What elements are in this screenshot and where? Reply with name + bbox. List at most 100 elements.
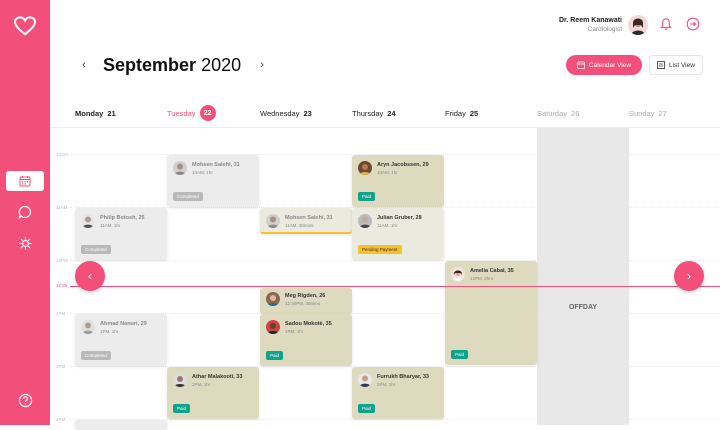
appointment-time: 10AM, 1hr bbox=[192, 170, 213, 175]
appointment-time: 12:30PM, 30mins bbox=[285, 301, 321, 306]
hour-label: 2PM bbox=[56, 364, 66, 369]
patient-avatar bbox=[451, 267, 465, 281]
appointment-time: 2PM, 1hr bbox=[192, 382, 211, 387]
appointment-card[interactable] bbox=[75, 420, 167, 430]
day-name: Friday bbox=[445, 108, 466, 118]
nav-calendar-icon[interactable] bbox=[6, 171, 44, 191]
patient-name: Julian Gruber, 28 bbox=[377, 215, 422, 221]
prev-month-button[interactable]: ‹ bbox=[75, 56, 93, 74]
chevron-right-icon: › bbox=[687, 269, 691, 283]
appointment-card[interactable]: Sadou Mokotè, 35 1PM, 1hr Paid bbox=[260, 314, 352, 366]
patient-avatar bbox=[266, 320, 280, 334]
day-number: 27 bbox=[658, 108, 667, 118]
appointment-time: 12PM, 2hrs bbox=[470, 276, 494, 281]
current-time-label: 12:36 bbox=[56, 283, 68, 288]
appointment-time: 2PM, 1hr bbox=[377, 382, 396, 387]
user-role: Cardiologist bbox=[587, 26, 622, 33]
offday-column bbox=[537, 128, 629, 425]
sidebar bbox=[0, 0, 50, 425]
current-time-line bbox=[70, 286, 720, 287]
next-week-button[interactable]: › bbox=[674, 261, 704, 291]
patient-name: Mohsen Salehi, 31 bbox=[192, 162, 240, 168]
day-number: 25 bbox=[469, 108, 479, 118]
status-badge: Completed bbox=[81, 351, 111, 360]
appointment-time: 10AM, 1hr bbox=[377, 170, 398, 175]
day-header-sunday[interactable]: Sunday 27 bbox=[629, 104, 667, 122]
status-badge: Paid bbox=[451, 350, 469, 359]
month-name: September bbox=[103, 54, 197, 75]
patient-name: Meg Rigden, 26 bbox=[285, 293, 326, 299]
patient-name: Philip Botosh, 25 bbox=[100, 215, 145, 221]
appointment-time: 1PM, 1hr bbox=[100, 329, 119, 334]
day-header-wednesday[interactable]: Wednesday 23 bbox=[260, 104, 312, 122]
day-name: Tuesday bbox=[167, 108, 196, 118]
day-number: 26 bbox=[571, 108, 580, 118]
appointment-card[interactable]: Athar Malakooti, 33 2PM, 1hr Paid bbox=[167, 367, 259, 419]
patient-avatar bbox=[358, 214, 372, 228]
patient-avatar bbox=[81, 214, 95, 228]
patient-name: Amelia Cabal, 35 bbox=[470, 268, 514, 274]
bell-icon[interactable] bbox=[659, 17, 673, 36]
logout-icon[interactable] bbox=[686, 17, 700, 36]
appointment-card[interactable]: Philip Botosh, 25 11AM, 1hr Completed bbox=[75, 208, 167, 260]
today-indicator: 22 bbox=[199, 105, 216, 121]
day-name: Thursday bbox=[352, 108, 384, 118]
list-view-label: List View bbox=[669, 61, 695, 69]
hour-line bbox=[70, 260, 720, 261]
status-badge: Pending Payment bbox=[358, 245, 402, 254]
patient-avatar bbox=[173, 161, 187, 175]
user-avatar[interactable] bbox=[628, 15, 648, 35]
day-header-tuesday[interactable]: Tuesday 22 bbox=[167, 104, 216, 122]
appointment-card[interactable]: Julian Gruber, 28 11AM, 1hr Pending Payme… bbox=[352, 208, 444, 260]
list-icon bbox=[657, 61, 665, 69]
appointment-card[interactable]: Mohsen Salehi, 31 10AM, 1hr Completed bbox=[167, 155, 259, 207]
year: 2020 bbox=[201, 54, 242, 75]
day-number: 24 bbox=[387, 108, 396, 118]
day-header-thursday[interactable]: Thursday 24 bbox=[352, 104, 396, 122]
appointment-card[interactable]: Aryn Jacobssen, 29 10AM, 1hr Paid bbox=[352, 155, 444, 207]
hour-label: 10AM bbox=[56, 152, 68, 157]
hour-label: 1PM bbox=[56, 311, 66, 316]
user-info: Dr. Reem Kanawati Cardiologist bbox=[559, 17, 622, 33]
appointment-card[interactable]: Mohsen Salehi, 31 11AM, 30mins bbox=[260, 208, 352, 234]
calendar-view-button[interactable]: Calendar View bbox=[566, 55, 642, 75]
patient-avatar bbox=[266, 292, 280, 306]
appointment-card[interactable]: Amelia Cabal, 35 12PM, 2hrs Paid bbox=[445, 261, 537, 365]
chevron-right-icon: › bbox=[260, 59, 264, 71]
day-name: Monday bbox=[75, 108, 104, 118]
appointment-time: 11AM, 1hr bbox=[377, 223, 398, 228]
day-header-saturday[interactable]: Saturday 26 bbox=[537, 104, 579, 122]
heart-logo-icon[interactable] bbox=[0, 14, 50, 38]
hour-label: 12PM bbox=[56, 258, 68, 263]
help-icon[interactable] bbox=[0, 392, 50, 408]
patient-avatar bbox=[266, 214, 280, 228]
patient-avatar bbox=[173, 373, 187, 387]
patient-name: Aryn Jacobssen, 29 bbox=[377, 162, 429, 168]
nav-virus-icon[interactable] bbox=[0, 235, 50, 251]
day-header-monday[interactable]: Monday 21 bbox=[75, 104, 116, 122]
hour-label: 11AM bbox=[56, 205, 68, 210]
list-view-button[interactable]: List View bbox=[649, 55, 703, 75]
prev-week-button[interactable]: ‹ bbox=[75, 261, 105, 291]
calendar-view-label: Calendar View bbox=[588, 61, 632, 69]
appointment-card[interactable]: Furrukh Bharyar, 33 2PM, 1hr Paid bbox=[352, 367, 444, 419]
appointment-time: 11AM, 30mins bbox=[285, 223, 314, 228]
day-number: 21 bbox=[107, 108, 116, 118]
hour-label: 3PM bbox=[56, 417, 66, 422]
day-name: Sunday bbox=[629, 108, 655, 118]
patient-name: Furrukh Bharyar, 33 bbox=[377, 374, 429, 380]
patient-name: Mohsen Salehi, 31 bbox=[285, 215, 333, 221]
nav-chat-icon[interactable] bbox=[0, 204, 50, 220]
appointment-card[interactable]: Ahmad Nanuri, 29 1PM, 1hr Completed bbox=[75, 314, 167, 366]
patient-name: Sadou Mokotè, 35 bbox=[285, 321, 332, 327]
patient-name: Ahmad Nanuri, 29 bbox=[100, 321, 147, 327]
appointment-time: 11AM, 1hr bbox=[100, 223, 121, 228]
day-header-friday[interactable]: Friday 25 bbox=[445, 104, 478, 122]
status-badge: Paid bbox=[173, 404, 191, 413]
day-number: 23 bbox=[303, 108, 312, 118]
chevron-left-icon: ‹ bbox=[88, 269, 92, 283]
next-month-button[interactable]: › bbox=[253, 56, 271, 74]
day-name: Wednesday bbox=[260, 108, 300, 118]
appointment-card[interactable]: Meg Rigden, 26 12:30PM, 30mins bbox=[260, 288, 352, 314]
day-name: Saturday bbox=[537, 108, 568, 118]
